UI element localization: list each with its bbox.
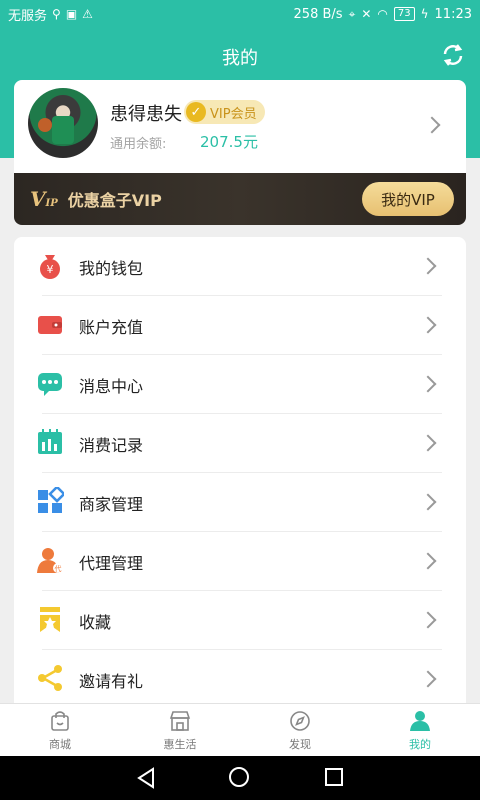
menu-item-label: 我的钱包 <box>79 259 144 278</box>
menu-item-agent[interactable]: 代 代理管理 <box>14 532 466 591</box>
menu-item-invite[interactable]: 邀请有礼 <box>14 650 466 703</box>
battery-icon: 73 <box>393 7 415 21</box>
chevron-right-icon <box>419 493 437 511</box>
chevron-right-icon <box>423 116 441 134</box>
carrier-text: 无服务 <box>8 8 48 24</box>
vip-banner[interactable]: VIP 优惠盒子VIP 我的VIP <box>14 173 466 225</box>
tab-bar: 商城 惠生活 发现 我的 <box>0 703 480 756</box>
compass-icon <box>290 711 310 731</box>
back-icon[interactable] <box>135 767 157 789</box>
chevron-right-icon <box>419 434 437 452</box>
menu-item-records[interactable]: 消费记录 <box>14 414 466 473</box>
menu-item-label: 消息中心 <box>79 377 144 396</box>
menu-list: ¥ 我的钱包 账户充值 消息中心 消费记录 商家管理 代 代理管理 收藏 邀请有… <box>14 237 466 703</box>
vip-check-icon: ✓ <box>186 102 206 122</box>
tab-label: 惠生活 <box>163 738 197 751</box>
refresh-icon[interactable] <box>440 42 466 68</box>
location-icon: ⌖ <box>348 6 356 21</box>
agent-icon: 代 <box>37 548 63 573</box>
avatar-jersey <box>52 116 74 144</box>
store-icon <box>169 711 191 731</box>
recent-apps-icon[interactable] <box>325 768 343 786</box>
menu-item-label: 收藏 <box>79 613 112 632</box>
image-icon: ▣ <box>65 7 78 21</box>
chevron-right-icon <box>419 375 437 393</box>
shopping-bag-icon <box>51 711 69 731</box>
chevron-right-icon <box>419 670 437 688</box>
tab-mine[interactable]: 我的 <box>360 704 480 756</box>
bookmark-icon <box>40 607 60 632</box>
system-nav-bar <box>0 756 480 800</box>
wallet-icon <box>38 316 62 334</box>
clock: 11:23 <box>434 6 472 22</box>
tab-label: 商城 <box>49 738 71 751</box>
network-speed: 258 B/s <box>293 6 343 22</box>
chevron-right-icon <box>419 552 437 570</box>
svg-text:¥: ¥ <box>47 263 54 276</box>
menu-item-label: 商家管理 <box>79 495 144 514</box>
tab-label: 我的 <box>409 738 431 751</box>
home-icon[interactable] <box>229 767 249 787</box>
menu-item-recharge[interactable]: 账户充值 <box>14 296 466 355</box>
tab-label: 发现 <box>289 738 311 751</box>
avatar-ball <box>38 118 52 132</box>
tab-mall[interactable]: 商城 <box>0 704 120 756</box>
usb-icon: ⚲ <box>52 7 61 21</box>
my-vip-button[interactable]: 我的VIP <box>362 182 454 216</box>
menu-item-label: 账户充值 <box>79 318 144 337</box>
avatar[interactable] <box>28 88 98 158</box>
menu-item-wallet[interactable]: ¥ 我的钱包 <box>14 237 466 296</box>
person-icon <box>410 711 430 731</box>
vip-badge: ✓ VIP会员 <box>184 100 265 124</box>
menu-item-merchant[interactable]: 商家管理 <box>14 473 466 532</box>
chevron-right-icon <box>419 611 437 629</box>
chart-icon <box>38 429 62 454</box>
tab-life[interactable]: 惠生活 <box>120 704 240 756</box>
menu-item-label: 消费记录 <box>79 436 144 455</box>
user-name: 患得患失 <box>110 104 182 125</box>
balance-value: 207.5元 <box>200 133 258 151</box>
page-title: 我的 <box>222 48 258 69</box>
share-icon <box>38 665 62 691</box>
status-bar: 无服务 ⚲ ▣ ⚠ 258 B/s ⌖ ✕ ◠ 73 ϟ 11:23 <box>0 0 480 28</box>
menu-item-messages[interactable]: 消息中心 <box>14 355 466 414</box>
wifi-icon: ◠ <box>377 7 388 21</box>
vip-banner-title: 优惠盒子VIP <box>67 191 162 210</box>
vip-logo-icon: VIP <box>30 187 58 211</box>
tab-discover[interactable]: 发现 <box>240 704 360 756</box>
warning-icon: ⚠ <box>82 7 93 21</box>
svg-text:代: 代 <box>55 564 62 573</box>
charging-icon: ϟ <box>420 7 429 21</box>
grid-icon <box>38 487 64 513</box>
balance-label: 通用余额: <box>110 137 167 152</box>
menu-item-favorites[interactable]: 收藏 <box>14 591 466 650</box>
money-bag-icon: ¥ <box>40 255 60 279</box>
vip-badge-label: VIP会员 <box>210 106 257 122</box>
menu-item-label: 代理管理 <box>79 554 144 573</box>
chevron-right-icon <box>419 257 437 275</box>
chat-icon <box>38 373 62 396</box>
profile-card[interactable]: 患得患失 ✓ VIP会员 通用余额: 207.5元 <box>14 80 466 175</box>
menu-item-label: 邀请有礼 <box>79 672 144 691</box>
chevron-right-icon <box>419 316 437 334</box>
mute-icon: ✕ <box>361 7 372 21</box>
